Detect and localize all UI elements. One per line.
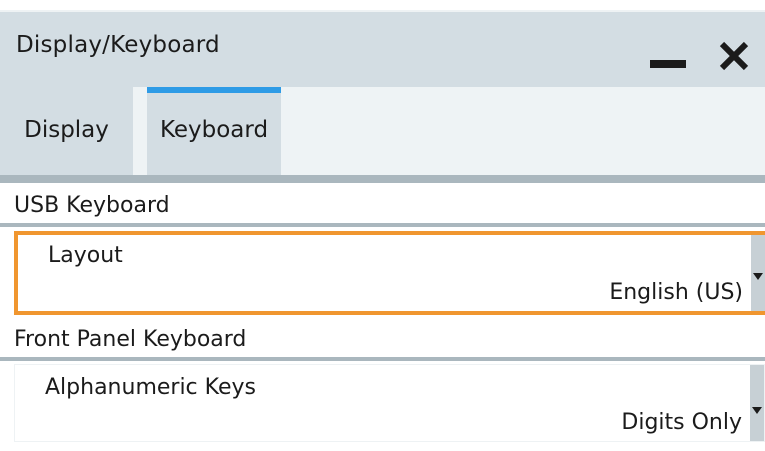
chevron-down-icon — [753, 273, 763, 280]
front-panel-keyboard-header-label: Front Panel Keyboard — [14, 327, 247, 352]
layout-label: Layout — [48, 243, 123, 268]
front-panel-keyboard-section-header: Front Panel Keyboard — [0, 324, 765, 361]
alphanumeric-keys-value: Digits Only — [621, 410, 742, 435]
tab-keyboard-label: Keyboard — [159, 117, 269, 143]
tab-keyboard[interactable]: Keyboard — [147, 87, 281, 175]
minimize-icon — [650, 60, 686, 68]
window-title: Display/Keyboard — [16, 32, 220, 58]
section-divider — [0, 223, 765, 227]
minimize-button[interactable] — [648, 42, 690, 72]
tab-bar-divider — [0, 175, 765, 183]
usb-keyboard-header-label: USB Keyboard — [14, 193, 170, 218]
usb-keyboard-section-header: USB Keyboard — [0, 189, 765, 227]
chevron-down-icon — [752, 407, 762, 414]
close-button[interactable] — [714, 38, 754, 74]
alphanumeric-keys-label: Alphanumeric Keys — [45, 375, 256, 400]
layout-value: English (US) — [609, 280, 743, 305]
layout-dropdown[interactable]: Layout English (US) — [14, 231, 765, 315]
tab-display[interactable]: Display — [0, 87, 133, 175]
tab-display-label: Display — [24, 117, 109, 143]
alphanumeric-keys-dropdown-toggle[interactable] — [750, 365, 764, 441]
tab-bar: Display Keyboard — [0, 87, 765, 178]
layout-dropdown-toggle[interactable] — [751, 235, 765, 311]
section-divider — [0, 357, 765, 361]
display-keyboard-dialog: Display/Keyboard Display Keyboard USB Ke… — [0, 0, 765, 451]
title-bar: Display/Keyboard — [0, 10, 765, 87]
close-icon — [719, 41, 749, 71]
alphanumeric-keys-dropdown[interactable]: Alphanumeric Keys Digits Only — [14, 364, 765, 442]
